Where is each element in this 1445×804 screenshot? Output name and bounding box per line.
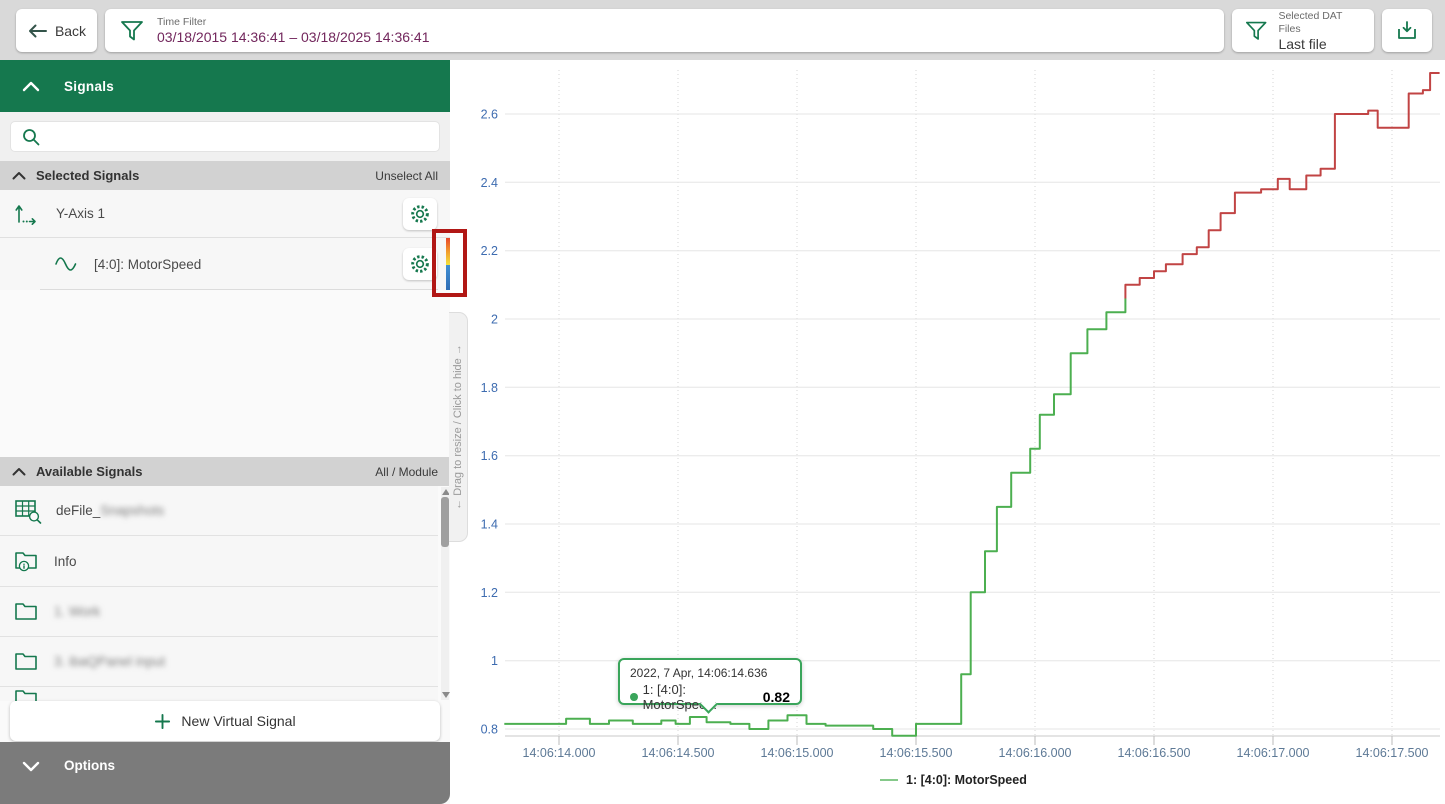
folder-icon [15, 602, 37, 620]
available-item-info[interactable]: Info [0, 536, 438, 587]
search-box [10, 121, 440, 152]
unselect-all-button[interactable]: Unselect All [375, 169, 438, 183]
svg-text:2.4: 2.4 [481, 176, 498, 190]
gear-icon [411, 255, 429, 273]
scroll-down-arrow[interactable] [442, 692, 450, 698]
tooltip-timestamp: 2022, 7 Apr, 14:06:14.636 [630, 666, 768, 680]
search-input[interactable] [49, 122, 439, 151]
search-icon [23, 128, 40, 145]
available-item-partial[interactable] [0, 687, 438, 701]
svg-text:2.6: 2.6 [481, 108, 498, 122]
options-title: Options [64, 758, 115, 773]
signal-label: [4:0]: MotorSpeed [94, 256, 202, 272]
available-item-qpanel[interactable]: 3. ibaQPanel input [0, 637, 438, 687]
folder-icon [15, 690, 37, 701]
chart-canvas[interactable]: 0.8 1 1.2 1.4 1.6 1.8 2 2.2 2.4 2.6 14:06:14.000 14… [450, 60, 1445, 804]
folder-info-icon [15, 552, 37, 572]
tooltip-value: 0.82 [762, 689, 790, 705]
dat-files-value: Last file [1278, 35, 1327, 52]
item-text-blurred: Snapshots [100, 503, 165, 518]
selected-dat-files-card[interactable]: Selected DAT Files Last file [1232, 9, 1374, 52]
axis-settings-button[interactable] [403, 197, 437, 230]
top-toolbar: Back Time Filter 03/18/2015 14:36:41 – 0… [0, 0, 1445, 60]
y-axis-icon [15, 204, 36, 225]
resize-handle-label: ← Drag to resize / Click to hide → [452, 344, 464, 510]
svg-text:14:06:16.000: 14:06:16.000 [999, 746, 1072, 760]
signals-panel-header[interactable]: Signals [0, 60, 450, 112]
tooltip-series-label: 1: [4:0]: MotorSpeed: [642, 682, 718, 712]
legend-line-swatch [880, 779, 898, 781]
filter-icon [1245, 21, 1267, 40]
svg-text:2.2: 2.2 [481, 244, 498, 258]
sidebar-resize-handle[interactable]: ← Drag to resize / Click to hide → [449, 312, 468, 542]
export-download-button[interactable] [1382, 9, 1432, 52]
item-text-blurred: 1. Work [54, 604, 101, 619]
gear-icon [411, 204, 429, 223]
table-search-icon [15, 499, 42, 524]
svg-text:14:06:17.500: 14:06:17.500 [1356, 746, 1429, 760]
chevron-up-icon [12, 172, 26, 180]
svg-text:0.8: 0.8 [481, 723, 498, 737]
trend-chart-pane: 0.8 1 1.2 1.4 1.6 1.8 2 2.2 2.4 2.6 14:06:14.000 14… [450, 60, 1445, 804]
chevron-up-icon [12, 468, 26, 476]
chart-legend-item[interactable]: 1: [4:0]: MotorSpeed [880, 773, 1027, 787]
app: Back Time Filter 03/18/2015 14:36:41 – 0… [0, 0, 1445, 804]
item-text-blurred: 3. ibaQPanel input [54, 654, 166, 669]
svg-text:14:06:15.500: 14:06:15.500 [880, 746, 953, 760]
svg-text:1.8: 1.8 [481, 381, 498, 395]
svg-text:1.2: 1.2 [481, 586, 498, 600]
svg-text:14:06:16.500: 14:06:16.500 [1118, 746, 1191, 760]
new-virtual-signal-button[interactable]: New Virtual Signal [10, 701, 440, 741]
back-label: Back [54, 22, 87, 39]
signals-sidebar: Signals Selected Signals Unselect All Y-… [0, 60, 450, 804]
series-color-dot [630, 693, 638, 701]
y-axis-row[interactable]: Y-Axis 1 [0, 190, 450, 238]
back-button[interactable]: Back [16, 9, 97, 52]
search-strip [0, 112, 450, 161]
available-item-work[interactable]: 1. Work [0, 587, 438, 637]
available-item-defile[interactable]: deFile_Snapshots [0, 486, 438, 536]
svg-text:14:06:14.500: 14:06:14.500 [642, 746, 715, 760]
svg-text:14:06:15.000: 14:06:15.000 [761, 746, 834, 760]
list-scrollbar-thumb[interactable] [441, 497, 449, 547]
signals-panel-title: Signals [64, 78, 115, 94]
chevron-up-icon [22, 81, 40, 91]
folder-icon [15, 652, 37, 670]
svg-text:1.4: 1.4 [481, 518, 498, 532]
available-signals-title: Available Signals [36, 464, 143, 479]
new-virtual-signal-label: New Virtual Signal [181, 713, 296, 729]
svg-text:1.6: 1.6 [481, 449, 498, 463]
time-filter-label: Time Filter [157, 16, 207, 28]
time-filter-value: 03/18/2015 14:36:41 – 03/18/2025 14:36:4… [157, 29, 430, 45]
available-signals-header[interactable]: Available Signals All / Module [0, 457, 450, 486]
item-text: deFile_ [56, 503, 101, 518]
selected-signals-header[interactable]: Selected Signals Unselect All [0, 161, 450, 190]
svg-text:14:06:14.000: 14:06:14.000 [523, 746, 596, 760]
all-module-toggle[interactable]: All / Module [375, 465, 438, 479]
time-filter-card[interactable]: Time Filter 03/18/2015 14:36:41 – 03/18/… [105, 9, 1224, 52]
download-icon [1398, 21, 1416, 39]
y-axis-label: Y-Axis 1 [56, 206, 106, 221]
signal-row-motorspeed[interactable]: [4:0]: MotorSpeed [0, 238, 450, 290]
annotation-highlight-box [432, 229, 467, 297]
svg-text:1: 1 [491, 654, 498, 668]
row-separator [40, 289, 438, 290]
selected-signals-title: Selected Signals [36, 168, 140, 183]
chevron-down-icon [22, 761, 40, 772]
back-arrow-icon [28, 24, 47, 37]
item-text: Info [54, 553, 77, 569]
chart-tooltip: 2022, 7 Apr, 14:06:14.636 1: [4:0]: Moto… [618, 658, 802, 714]
svg-text:2: 2 [491, 313, 498, 327]
svg-text:14:06:17.000: 14:06:17.000 [1237, 746, 1310, 760]
sine-wave-icon [55, 257, 77, 271]
plus-icon [155, 713, 171, 729]
options-panel-header[interactable]: Options [0, 742, 450, 804]
filter-icon [121, 20, 143, 40]
legend-label: 1: [4:0]: MotorSpeed [906, 773, 1027, 787]
dat-files-label: Selected DAT Files [1278, 9, 1343, 35]
